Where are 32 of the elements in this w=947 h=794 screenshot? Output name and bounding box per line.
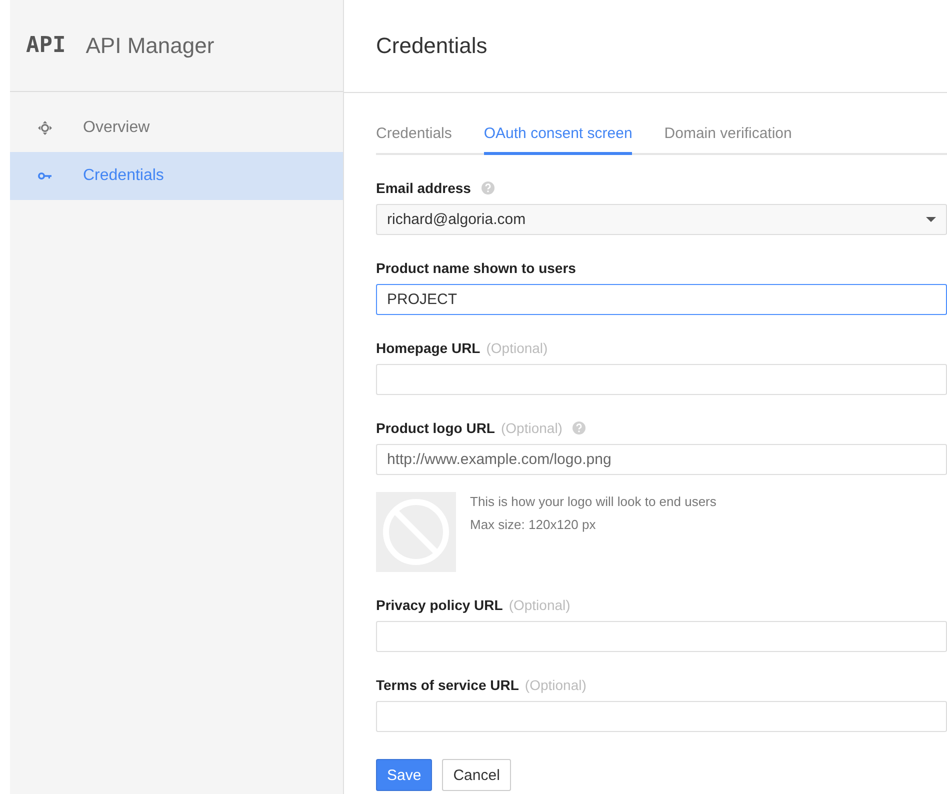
tab[interactable]: OAuth consent screen	[484, 113, 632, 155]
caret-icon	[926, 217, 936, 222]
api-logo: API	[26, 33, 66, 58]
input-field[interactable]	[376, 364, 947, 395]
optional-note: (Optional)	[508, 597, 570, 613]
move-icon	[37, 120, 53, 136]
cancel-button[interactable]: Cancel	[442, 759, 511, 791]
input-field[interactable]: http://www.example.com/logo.png	[376, 444, 947, 475]
input-field[interactable]: PROJECT	[376, 284, 947, 315]
field-label: Product logo URL	[376, 420, 495, 436]
logo-hint: Max size: 120x120 px	[470, 517, 597, 532]
help-icon[interactable]	[572, 421, 586, 435]
field-label: Product name shown to users	[376, 260, 576, 276]
field-label: Homepage URL	[376, 340, 480, 356]
help-icon[interactable]	[480, 181, 495, 195]
field-label: Email address	[376, 180, 471, 196]
email-dropdown[interactable]: richard@algoria.com	[376, 204, 947, 235]
nav-item[interactable]: Credentials	[10, 152, 343, 200]
input-field[interactable]	[376, 701, 947, 732]
page-title: Credentials	[376, 33, 488, 59]
nav-item[interactable]: Overview	[10, 104, 343, 152]
app-title: API Manager	[86, 32, 214, 58]
optional-note: (Optional)	[486, 340, 548, 356]
optional-note: (Optional)	[501, 420, 562, 436]
save-button[interactable]: Save	[376, 759, 432, 791]
field-label: Privacy policy URL	[376, 597, 503, 613]
tab[interactable]: Domain verification	[664, 113, 792, 155]
tab[interactable]: Credentials	[376, 113, 452, 155]
optional-note: (Optional)	[524, 677, 586, 693]
field-label: Terms of service URL	[376, 677, 519, 693]
logo-hint: This is how your logo will look to end users	[470, 494, 716, 509]
input-field[interactable]	[376, 621, 947, 652]
